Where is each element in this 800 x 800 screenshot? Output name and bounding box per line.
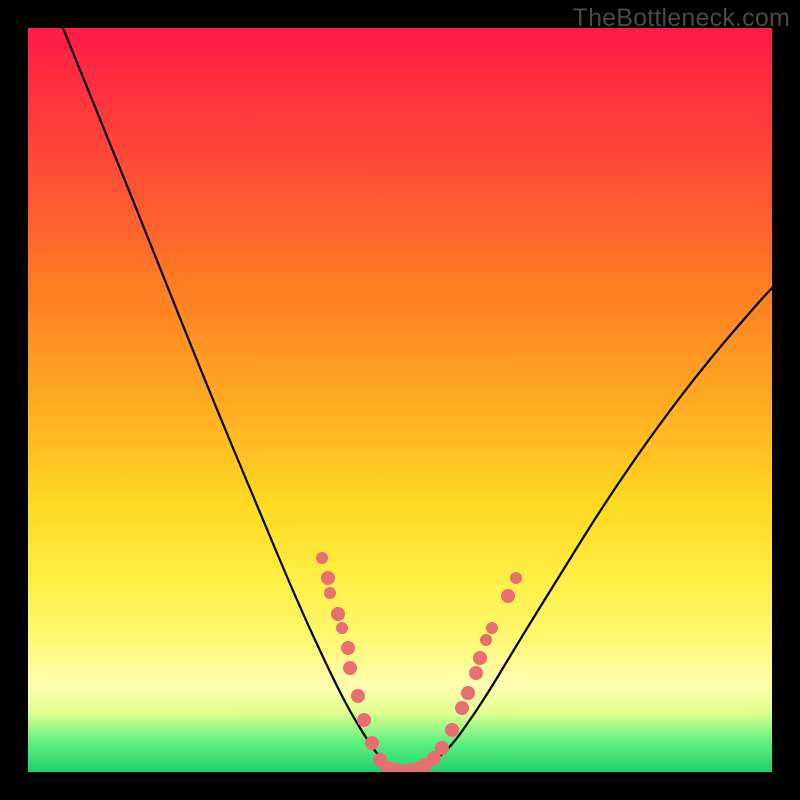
data-marker — [341, 641, 355, 655]
chart-frame: TheBottleneck.com — [0, 0, 800, 800]
data-marker — [343, 661, 357, 675]
data-marker — [455, 701, 469, 715]
data-marker — [510, 572, 522, 584]
curve-line — [63, 28, 772, 770]
data-marker — [331, 607, 345, 621]
data-marker — [480, 634, 492, 646]
watermark-text: TheBottleneck.com — [573, 4, 790, 33]
data-marker — [351, 689, 365, 703]
data-marker — [469, 666, 483, 680]
data-marker — [445, 723, 459, 737]
data-marker — [321, 571, 335, 585]
plot-area — [28, 28, 772, 772]
data-marker — [336, 622, 348, 634]
data-marker — [357, 713, 371, 727]
data-marker — [461, 686, 475, 700]
data-markers — [316, 552, 522, 772]
chart-svg — [28, 28, 772, 772]
data-marker — [501, 589, 515, 603]
data-marker — [365, 736, 379, 750]
data-marker — [324, 587, 336, 599]
data-marker — [486, 622, 498, 634]
data-marker — [435, 741, 449, 755]
data-marker — [473, 651, 487, 665]
data-marker — [316, 552, 328, 564]
